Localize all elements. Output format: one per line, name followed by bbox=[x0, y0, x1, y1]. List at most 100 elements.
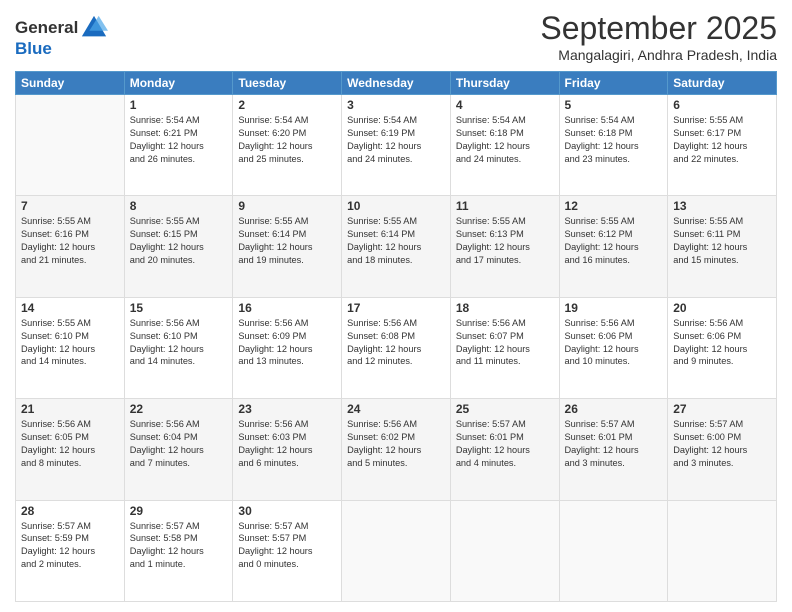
day-info: Sunrise: 5:56 AM Sunset: 6:09 PM Dayligh… bbox=[238, 317, 336, 369]
table-row: 28 Sunrise: 5:57 AM Sunset: 5:59 PM Dayli… bbox=[16, 500, 125, 601]
day-number: 27 bbox=[673, 402, 771, 416]
day-info: Sunrise: 5:54 AM Sunset: 6:18 PM Dayligh… bbox=[456, 114, 554, 166]
table-row: 29Sunrise: 5:57 AM Sunset: 5:58 PM Dayli… bbox=[124, 500, 233, 601]
day-info: Sunrise: 5:56 AM Sunset: 6:02 PM Dayligh… bbox=[347, 418, 445, 470]
location: Mangalagiri, Andhra Pradesh, India bbox=[540, 47, 777, 63]
day-info: Sunrise: 5:56 AM Sunset: 6:05 PM Dayligh… bbox=[21, 418, 119, 470]
day-number: 21 bbox=[21, 402, 119, 416]
day-info: Sunrise: 5:56 AM Sunset: 6:06 PM Dayligh… bbox=[673, 317, 771, 369]
table-row: 14Sunrise: 5:55 AM Sunset: 6:10 PM Dayli… bbox=[16, 297, 125, 398]
day-info: Sunrise: 5:56 AM Sunset: 6:06 PM Dayligh… bbox=[565, 317, 663, 369]
day-number: 3 bbox=[347, 98, 445, 112]
day-number: 2 bbox=[238, 98, 336, 112]
calendar-week-row: 28 Sunrise: 5:57 AM Sunset: 5:59 PM Dayli… bbox=[16, 500, 777, 601]
calendar-week-row: 21 Sunrise: 5:56 AM Sunset: 6:05 PM Dayli… bbox=[16, 399, 777, 500]
day-number: 9 bbox=[238, 199, 336, 213]
table-row: 16 Sunrise: 5:56 AM Sunset: 6:09 PM Dayli… bbox=[233, 297, 342, 398]
calendar-week-row: 14Sunrise: 5:55 AM Sunset: 6:10 PM Dayli… bbox=[16, 297, 777, 398]
header-saturday: Saturday bbox=[668, 72, 777, 95]
month-title: September 2025 bbox=[540, 10, 777, 47]
table-row: 22 Sunrise: 5:56 AM Sunset: 6:04 PM Dayli… bbox=[124, 399, 233, 500]
day-number: 10 bbox=[347, 199, 445, 213]
day-number: 19 bbox=[565, 301, 663, 315]
day-number: 15 bbox=[130, 301, 228, 315]
table-row: 11 Sunrise: 5:55 AM Sunset: 6:13 PM Dayli… bbox=[450, 196, 559, 297]
day-number: 20 bbox=[673, 301, 771, 315]
day-info: Sunrise: 5:57 AM Sunset: 5:57 PM Dayligh… bbox=[238, 520, 336, 572]
table-row bbox=[16, 95, 125, 196]
table-row bbox=[668, 500, 777, 601]
day-number: 13 bbox=[673, 199, 771, 213]
day-number: 4 bbox=[456, 98, 554, 112]
day-number: 29 bbox=[130, 504, 228, 518]
day-info: Sunrise: 5:54 AM Sunset: 6:19 PM Dayligh… bbox=[347, 114, 445, 166]
day-number: 12 bbox=[565, 199, 663, 213]
table-row: 12 Sunrise: 5:55 AM Sunset: 6:12 PM Dayli… bbox=[559, 196, 668, 297]
table-row: 8Sunrise: 5:55 AM Sunset: 6:15 PM Daylig… bbox=[124, 196, 233, 297]
day-number: 1 bbox=[130, 98, 228, 112]
day-info: Sunrise: 5:54 AM Sunset: 6:21 PM Dayligh… bbox=[130, 114, 228, 166]
header: General Blue September 2025 Mangalagiri,… bbox=[15, 10, 777, 63]
day-info: Sunrise: 5:56 AM Sunset: 6:08 PM Dayligh… bbox=[347, 317, 445, 369]
table-row: 24 Sunrise: 5:56 AM Sunset: 6:02 PM Dayli… bbox=[342, 399, 451, 500]
table-row: 26Sunrise: 5:57 AM Sunset: 6:01 PM Dayli… bbox=[559, 399, 668, 500]
day-info: Sunrise: 5:56 AM Sunset: 6:04 PM Dayligh… bbox=[130, 418, 228, 470]
day-number: 30 bbox=[238, 504, 336, 518]
table-row: 5 Sunrise: 5:54 AM Sunset: 6:18 PM Daylig… bbox=[559, 95, 668, 196]
table-row: 18 Sunrise: 5:56 AM Sunset: 6:07 PM Dayli… bbox=[450, 297, 559, 398]
table-row bbox=[450, 500, 559, 601]
day-info: Sunrise: 5:55 AM Sunset: 6:12 PM Dayligh… bbox=[565, 215, 663, 267]
logo-general: General bbox=[15, 18, 78, 37]
calendar-week-row: 7Sunrise: 5:55 AM Sunset: 6:16 PM Daylig… bbox=[16, 196, 777, 297]
day-number: 23 bbox=[238, 402, 336, 416]
header-tuesday: Tuesday bbox=[233, 72, 342, 95]
table-row bbox=[342, 500, 451, 601]
day-info: Sunrise: 5:56 AM Sunset: 6:07 PM Dayligh… bbox=[456, 317, 554, 369]
day-number: 24 bbox=[347, 402, 445, 416]
table-row: 3 Sunrise: 5:54 AM Sunset: 6:19 PM Daylig… bbox=[342, 95, 451, 196]
header-wednesday: Wednesday bbox=[342, 72, 451, 95]
day-number: 28 bbox=[21, 504, 119, 518]
table-row: 23 Sunrise: 5:56 AM Sunset: 6:03 PM Dayli… bbox=[233, 399, 342, 500]
calendar-table: Sunday Monday Tuesday Wednesday Thursday… bbox=[15, 71, 777, 602]
day-number: 22 bbox=[130, 402, 228, 416]
table-row: 6Sunrise: 5:55 AM Sunset: 6:17 PM Daylig… bbox=[668, 95, 777, 196]
logo-blue: Blue bbox=[15, 39, 52, 58]
day-number: 14 bbox=[21, 301, 119, 315]
table-row: 9Sunrise: 5:55 AM Sunset: 6:14 PM Daylig… bbox=[233, 196, 342, 297]
day-info: Sunrise: 5:55 AM Sunset: 6:15 PM Dayligh… bbox=[130, 215, 228, 267]
day-info: Sunrise: 5:54 AM Sunset: 6:20 PM Dayligh… bbox=[238, 114, 336, 166]
day-number: 11 bbox=[456, 199, 554, 213]
day-info: Sunrise: 5:57 AM Sunset: 6:00 PM Dayligh… bbox=[673, 418, 771, 470]
header-monday: Monday bbox=[124, 72, 233, 95]
header-thursday: Thursday bbox=[450, 72, 559, 95]
day-number: 26 bbox=[565, 402, 663, 416]
table-row: 13Sunrise: 5:55 AM Sunset: 6:11 PM Dayli… bbox=[668, 196, 777, 297]
calendar-header-row: Sunday Monday Tuesday Wednesday Thursday… bbox=[16, 72, 777, 95]
day-info: Sunrise: 5:56 AM Sunset: 6:10 PM Dayligh… bbox=[130, 317, 228, 369]
day-number: 18 bbox=[456, 301, 554, 315]
table-row: 4 Sunrise: 5:54 AM Sunset: 6:18 PM Daylig… bbox=[450, 95, 559, 196]
day-info: Sunrise: 5:56 AM Sunset: 6:03 PM Dayligh… bbox=[238, 418, 336, 470]
day-number: 7 bbox=[21, 199, 119, 213]
logo: General Blue bbox=[15, 14, 108, 59]
day-number: 25 bbox=[456, 402, 554, 416]
day-info: Sunrise: 5:55 AM Sunset: 6:13 PM Dayligh… bbox=[456, 215, 554, 267]
title-area: September 2025 Mangalagiri, Andhra Prade… bbox=[540, 10, 777, 63]
day-number: 16 bbox=[238, 301, 336, 315]
table-row: 20 Sunrise: 5:56 AM Sunset: 6:06 PM Dayli… bbox=[668, 297, 777, 398]
day-info: Sunrise: 5:57 AM Sunset: 5:59 PM Dayligh… bbox=[21, 520, 119, 572]
day-info: Sunrise: 5:55 AM Sunset: 6:17 PM Dayligh… bbox=[673, 114, 771, 166]
table-row: 19 Sunrise: 5:56 AM Sunset: 6:06 PM Dayli… bbox=[559, 297, 668, 398]
day-info: Sunrise: 5:55 AM Sunset: 6:14 PM Dayligh… bbox=[347, 215, 445, 267]
calendar-week-row: 1 Sunrise: 5:54 AM Sunset: 6:21 PM Daylig… bbox=[16, 95, 777, 196]
table-row: 27 Sunrise: 5:57 AM Sunset: 6:00 PM Dayli… bbox=[668, 399, 777, 500]
table-row: 30 Sunrise: 5:57 AM Sunset: 5:57 PM Dayli… bbox=[233, 500, 342, 601]
table-row: 2 Sunrise: 5:54 AM Sunset: 6:20 PM Daylig… bbox=[233, 95, 342, 196]
logo-icon bbox=[80, 14, 108, 42]
table-row: 25 Sunrise: 5:57 AM Sunset: 6:01 PM Dayli… bbox=[450, 399, 559, 500]
day-info: Sunrise: 5:57 AM Sunset: 6:01 PM Dayligh… bbox=[456, 418, 554, 470]
day-info: Sunrise: 5:54 AM Sunset: 6:18 PM Dayligh… bbox=[565, 114, 663, 166]
day-number: 5 bbox=[565, 98, 663, 112]
header-friday: Friday bbox=[559, 72, 668, 95]
